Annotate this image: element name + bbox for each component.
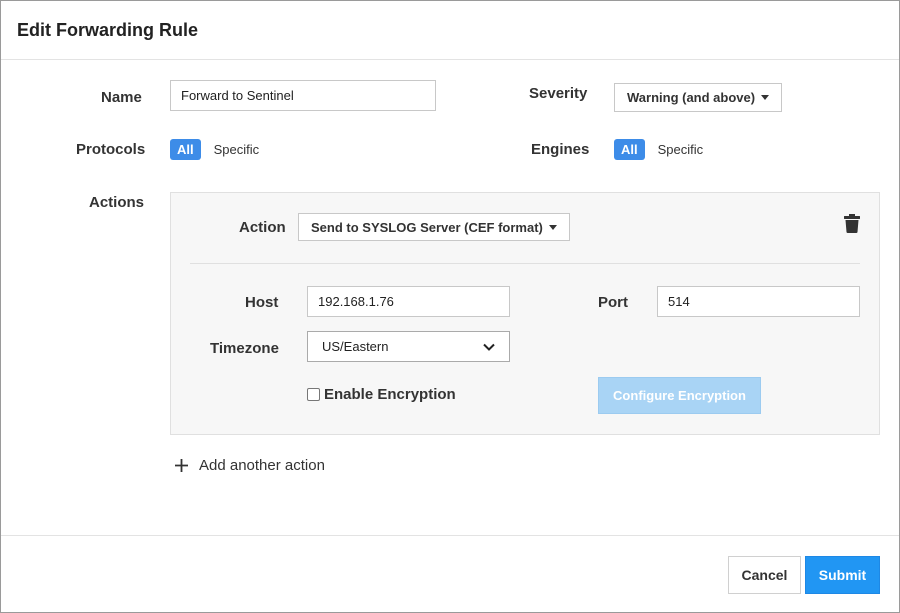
engines-specific-option[interactable]: Specific bbox=[645, 139, 717, 160]
host-label: Host bbox=[245, 294, 279, 311]
protocols-specific-option[interactable]: Specific bbox=[201, 139, 273, 160]
timezone-select[interactable]: US/Eastern bbox=[307, 331, 510, 362]
action-type-dropdown[interactable]: Send to SYSLOG Server (CEF format) bbox=[298, 213, 570, 241]
submit-button[interactable]: Submit bbox=[805, 556, 880, 594]
enable-encryption-checkbox[interactable] bbox=[307, 388, 320, 401]
host-input[interactable] bbox=[307, 286, 510, 317]
add-another-action-label: Add another action bbox=[199, 457, 325, 474]
severity-dropdown[interactable]: Warning (and above) bbox=[614, 83, 783, 112]
protocols-label: Protocols bbox=[76, 141, 146, 158]
caret-down-icon bbox=[761, 95, 770, 100]
enable-encryption-label[interactable]: Enable Encryption bbox=[324, 386, 456, 403]
configure-encryption-button[interactable]: Configure Encryption bbox=[598, 377, 761, 414]
trash-icon[interactable] bbox=[844, 214, 860, 233]
engines-toggle: All Specific bbox=[614, 139, 716, 160]
add-another-action-link[interactable]: Add another action bbox=[174, 457, 325, 474]
cancel-button[interactable]: Cancel bbox=[728, 556, 801, 594]
protocols-all-option[interactable]: All bbox=[170, 139, 201, 160]
action-divider bbox=[190, 263, 860, 264]
action-label: Action bbox=[239, 219, 286, 236]
dialog-header: Edit Forwarding Rule bbox=[1, 1, 899, 60]
dialog-footer: Cancel Submit bbox=[1, 535, 899, 613]
name-input[interactable] bbox=[170, 80, 436, 111]
edit-forwarding-rule-dialog: Edit Forwarding Rule Name Severity Warni… bbox=[0, 0, 900, 613]
severity-label: Severity bbox=[529, 85, 588, 102]
timezone-value: US/Eastern bbox=[322, 339, 389, 354]
engines-label: Engines bbox=[531, 141, 590, 158]
port-input[interactable] bbox=[657, 286, 860, 317]
enable-encryption-row: Enable Encryption bbox=[307, 386, 456, 403]
actions-label: Actions bbox=[89, 194, 145, 211]
caret-down-icon bbox=[548, 224, 557, 230]
severity-value: Warning (and above) bbox=[627, 90, 756, 105]
engines-all-option[interactable]: All bbox=[614, 139, 645, 160]
plus-icon bbox=[175, 459, 188, 472]
name-label: Name bbox=[101, 89, 142, 106]
port-label: Port bbox=[598, 294, 628, 311]
action-type-value: Send to SYSLOG Server (CEF format) bbox=[311, 219, 543, 235]
chevron-down-icon bbox=[483, 343, 495, 351]
protocols-toggle: All Specific bbox=[170, 139, 272, 160]
timezone-label: Timezone bbox=[210, 340, 279, 357]
dialog-title: Edit Forwarding Rule bbox=[17, 20, 199, 40]
